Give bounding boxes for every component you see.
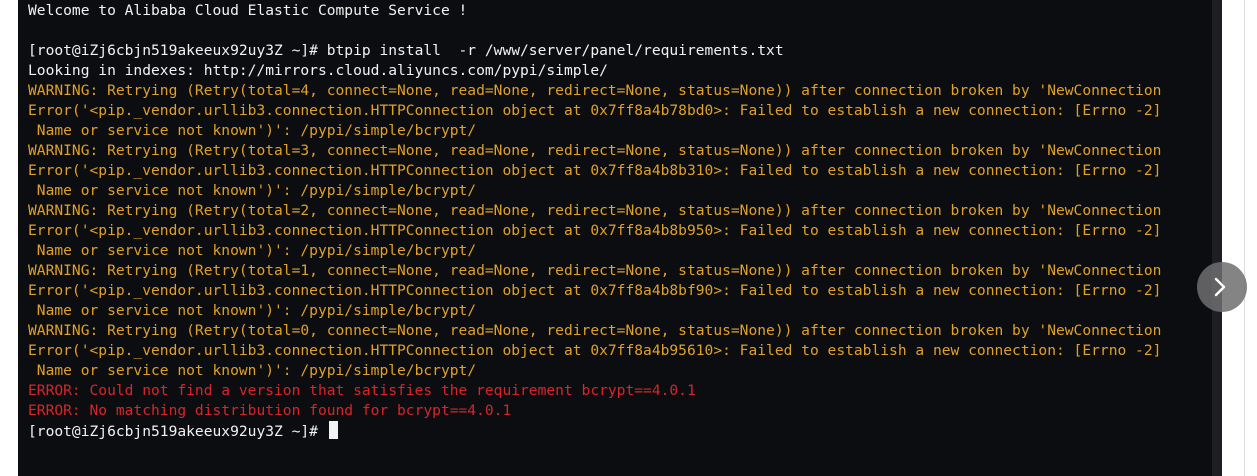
- terminal-line-warning: Error('<pip._vendor.urllib3.connection.H…: [28, 222, 1162, 239]
- terminal-line-warning: WARNING: Retrying (Retry(total=0, connec…: [28, 322, 1162, 339]
- terminal-line-error: ERROR: No matching distribution found fo…: [28, 402, 512, 419]
- terminal-line-warning: WARNING: Retrying (Retry(total=2, connec…: [28, 202, 1162, 219]
- terminal-line-warning: Error('<pip._vendor.urllib3.connection.H…: [28, 102, 1162, 119]
- terminal-line-warning: Name or service not known')': /pypi/simp…: [28, 242, 477, 259]
- terminal-line-normal: [root@iZj6cbjn519akeeux92uy3Z ~]# btpip …: [28, 42, 784, 59]
- terminal-line-warning: Error('<pip._vendor.urllib3.connection.H…: [28, 342, 1162, 359]
- terminal-line-normal: Welcome to Alibaba Cloud Elastic Compute…: [28, 2, 468, 19]
- terminal-line-warning: Name or service not known')': /pypi/simp…: [28, 182, 477, 199]
- terminal-line-normal: [28, 21, 1212, 41]
- terminal-line-warning: WARNING: Retrying (Retry(total=3, connec…: [28, 142, 1162, 159]
- terminal-line-warning: WARNING: Retrying (Retry(total=4, connec…: [28, 82, 1162, 99]
- terminal-line-warning: Name or service not known')': /pypi/simp…: [28, 302, 477, 319]
- terminal-window[interactable]: Welcome to Alibaba Cloud Elastic Compute…: [18, 0, 1212, 476]
- terminal-line-warning: Error('<pip._vendor.urllib3.connection.H…: [28, 282, 1162, 299]
- terminal-line-warning: Name or service not known')': /pypi/simp…: [28, 122, 477, 139]
- page-divider: [1244, 0, 1245, 476]
- terminal-line-warning: Error('<pip._vendor.urllib3.connection.H…: [28, 162, 1162, 179]
- terminal-scrollbar-track[interactable]: [1212, 0, 1222, 476]
- terminal-line-warning: WARNING: Retrying (Retry(total=1, connec…: [28, 262, 1162, 279]
- next-slide-button[interactable]: [1197, 262, 1247, 312]
- terminal-prompt-line[interactable]: [root@iZj6cbjn519akeeux92uy3Z ~]#: [28, 421, 1212, 441]
- terminal-prompt: [root@iZj6cbjn519akeeux92uy3Z ~]#: [28, 423, 327, 440]
- terminal-line-error: ERROR: Could not find a version that sat…: [28, 382, 696, 399]
- terminal-line-normal: Looking in indexes: http://mirrors.cloud…: [28, 62, 608, 79]
- terminal-cursor: [328, 421, 338, 439]
- terminal-line-warning: Name or service not known')': /pypi/simp…: [28, 362, 477, 379]
- terminal-output: Welcome to Alibaba Cloud Elastic Compute…: [28, 1, 1212, 441]
- chevron-right-icon: [1214, 277, 1226, 297]
